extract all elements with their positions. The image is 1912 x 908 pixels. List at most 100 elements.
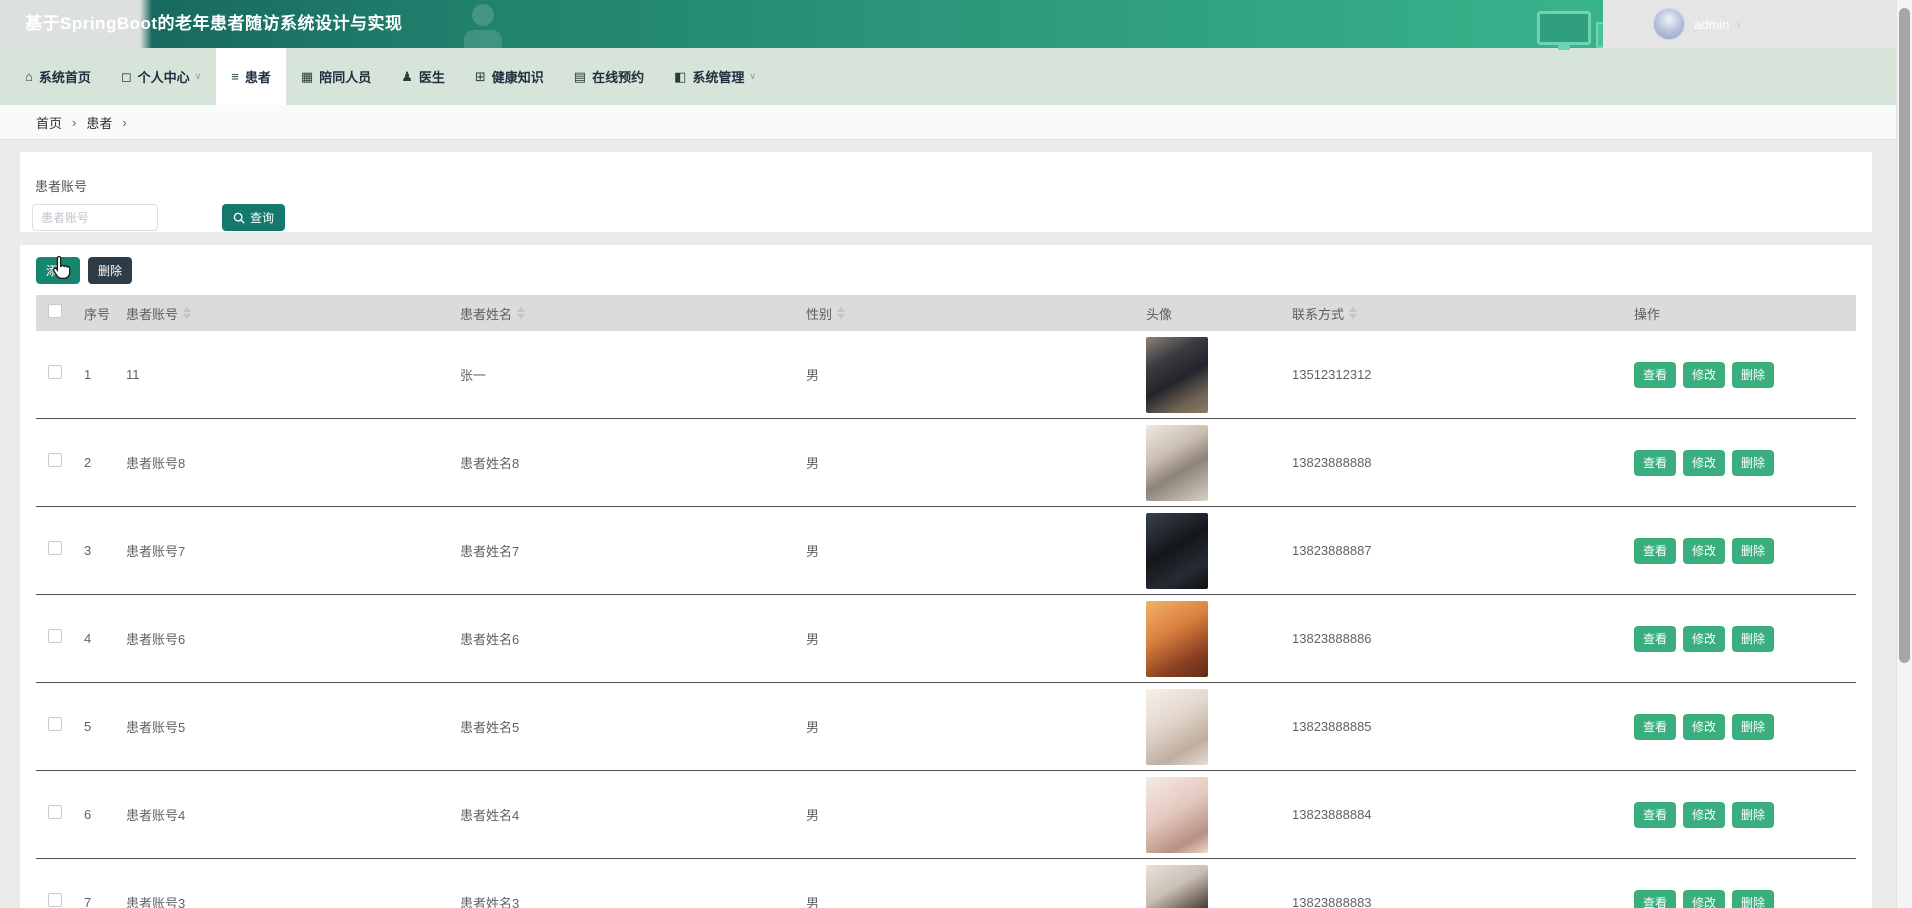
user-card-icon: ◻ (120, 69, 132, 84)
nav-item-system[interactable]: ◧ 系统管理 ∨ (659, 48, 771, 105)
select-all-checkbox[interactable] (48, 303, 62, 318)
row-checkbox[interactable] (48, 717, 62, 731)
table-row: 5 患者账号5 患者姓名5 男 13823888885 查看 修改 删除 (36, 683, 1856, 771)
delete-button[interactable]: 删除 (1732, 537, 1775, 564)
cell-phone: 13823888888 (1292, 455, 1372, 470)
page-scrollbar[interactable] (1896, 0, 1912, 908)
row-checkbox[interactable] (48, 453, 62, 467)
delete-button[interactable]: 删除 (1732, 713, 1775, 740)
view-button[interactable]: 查看 (1634, 713, 1677, 740)
cell-seq: 2 (84, 455, 92, 470)
col-header-phone[interactable]: 联系方式 (1292, 304, 1634, 323)
edit-button[interactable]: 修改 (1683, 889, 1726, 908)
chevron-down-icon: ∨ (1735, 18, 1743, 29)
cell-phone: 13823888886 (1292, 631, 1372, 646)
row-checkbox[interactable] (48, 805, 62, 819)
cell-gender: 男 (806, 632, 820, 647)
cell-name: 患者姓名8 (460, 456, 520, 471)
avatar-photo (1146, 336, 1208, 413)
cell-phone: 13823888883 (1292, 895, 1372, 908)
cell-account: 患者账号7 (126, 544, 186, 559)
nav-item-knowledge[interactable]: ⊞ 健康知识 (460, 48, 559, 105)
delete-button[interactable]: 删除 (1732, 889, 1775, 908)
edit-button[interactable]: 修改 (1683, 713, 1726, 740)
delete-button[interactable]: 删除 (1732, 801, 1775, 828)
scrollbar-thumb[interactable] (1899, 8, 1910, 663)
nav-item-booking[interactable]: ▤ 在线预约 (559, 48, 659, 105)
view-button[interactable]: 查看 (1634, 537, 1677, 564)
cell-gender: 男 (806, 368, 820, 383)
row-checkbox[interactable] (48, 541, 62, 555)
row-checkbox[interactable] (48, 629, 62, 643)
cell-name: 患者姓名4 (460, 808, 520, 823)
sort-carets-icon[interactable] (837, 307, 846, 319)
cell-name: 患者姓名5 (460, 720, 520, 735)
cell-name: 张一 (460, 368, 487, 383)
nav-item-profile[interactable]: ◻ 个人中心 ∨ (106, 48, 216, 105)
cell-name: 患者姓名7 (460, 544, 520, 559)
search-panel: 患者账号 查询 (20, 152, 1872, 232)
chevron-down-icon: ∨ (194, 71, 202, 81)
col-header-gender[interactable]: 性别 (806, 304, 1146, 323)
edit-button[interactable]: 修改 (1683, 361, 1726, 388)
nav-item-home[interactable]: ⌂ 系统首页 (10, 48, 106, 105)
grid-icon: ⊞ (474, 69, 486, 84)
sort-carets-icon[interactable] (183, 307, 192, 319)
breadcrumb-separator: › (122, 114, 127, 130)
edit-button[interactable]: 修改 (1683, 801, 1726, 828)
edit-button[interactable]: 修改 (1683, 625, 1726, 652)
table-panel: 添加 删除 序号 患者账号 患者姓名 性别 头像 联系方式 操作 1 11 张一… (20, 245, 1872, 908)
view-button[interactable]: 查看 (1634, 449, 1677, 476)
col-header-avatar: 头像 (1146, 306, 1173, 322)
bulk-delete-button[interactable]: 删除 (88, 257, 133, 284)
cell-seq: 3 (84, 543, 92, 558)
avatar-photo (1146, 600, 1208, 677)
cell-account: 患者账号8 (126, 456, 186, 471)
user-avatar[interactable] (1653, 8, 1685, 40)
view-button[interactable]: 查看 (1634, 361, 1677, 388)
col-header-account[interactable]: 患者账号 (126, 304, 460, 323)
cell-gender: 男 (806, 544, 820, 559)
cell-account: 患者账号4 (126, 808, 186, 823)
sort-carets-icon[interactable] (1349, 307, 1358, 319)
nav-item-companions[interactable]: ▦ 陪同人员 (286, 48, 386, 105)
cell-gender: 男 (806, 456, 820, 471)
main-nav: ⌂ 系统首页 ◻ 个人中心 ∨ ≡ 患者 ▦ 陪同人员 ♟ 医生 ⊞ 健康知识 … (0, 48, 1912, 105)
view-button[interactable]: 查看 (1634, 801, 1677, 828)
table-row: 3 患者账号7 患者姓名7 男 13823888887 查看 修改 删除 (36, 507, 1856, 595)
cell-phone: 13823888885 (1292, 719, 1372, 734)
briefcase-icon: ◧ (674, 69, 687, 84)
col-header-name[interactable]: 患者姓名 (460, 304, 806, 323)
delete-button[interactable]: 删除 (1732, 361, 1775, 388)
view-button[interactable]: 查看 (1634, 889, 1677, 908)
table-header-row: 序号 患者账号 患者姓名 性别 头像 联系方式 操作 (36, 295, 1856, 331)
breadcrumb: 首页 › 患者 › (0, 105, 1912, 140)
table-row: 2 患者账号8 患者姓名8 男 13823888888 查看 修改 删除 (36, 419, 1856, 507)
add-button[interactable]: 添加 (36, 257, 81, 284)
delete-button[interactable]: 删除 (1732, 449, 1775, 476)
delete-button[interactable]: 删除 (1732, 625, 1775, 652)
avatar-photo (1146, 512, 1208, 589)
edit-button[interactable]: 修改 (1683, 537, 1726, 564)
query-button[interactable]: 查询 (222, 204, 286, 231)
row-checkbox[interactable] (48, 365, 62, 379)
cell-account: 11 (126, 367, 140, 382)
row-checkbox[interactable] (48, 893, 62, 907)
cell-name: 患者姓名6 (460, 632, 520, 647)
view-button[interactable]: 查看 (1634, 625, 1677, 652)
table-toolbar: 添加 删除 (36, 257, 1856, 284)
cell-phone: 13512312312 (1292, 367, 1372, 382)
nav-item-doctors[interactable]: ♟ 医生 (386, 48, 460, 105)
group-icon: ▦ (300, 69, 314, 84)
breadcrumb-item[interactable]: 首页 › (36, 113, 86, 132)
cell-seq: 7 (84, 895, 92, 908)
search-input[interactable] (32, 204, 158, 231)
edit-button[interactable]: 修改 (1683, 449, 1726, 476)
user-menu[interactable]: admin ∨ (1603, 0, 1912, 48)
avatar-photo (1146, 776, 1208, 853)
cell-phone: 13823888887 (1292, 543, 1372, 558)
sort-carets-icon[interactable] (517, 307, 526, 319)
cell-account: 患者账号5 (126, 720, 186, 735)
nav-item-patients[interactable]: ≡ 患者 (216, 48, 286, 105)
breadcrumb-item[interactable]: 患者 › (86, 113, 136, 132)
